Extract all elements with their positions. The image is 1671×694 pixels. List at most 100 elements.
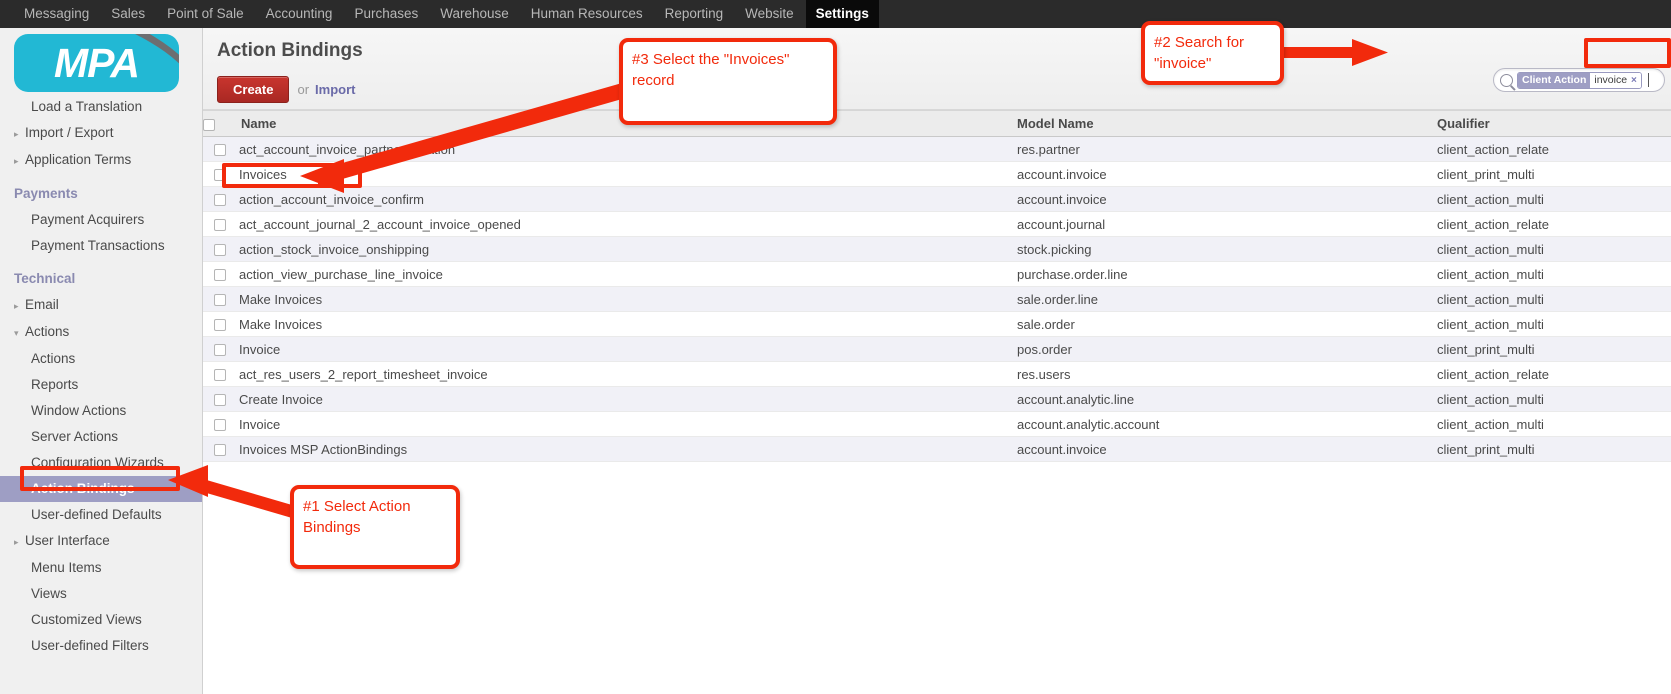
sidebar-item-server-actions[interactable]: Server Actions: [0, 424, 202, 450]
table-row[interactable]: Create Invoice account.analytic.line clien…: [203, 386, 1671, 412]
topnav-item-human-resources[interactable]: Human Resources: [521, 0, 653, 28]
cell-name: act_account_invoice_partner_relation: [237, 136, 1017, 162]
column-header-model-name-label: Model Name: [1017, 116, 1094, 131]
topnav-item-accounting[interactable]: Accounting: [256, 0, 343, 28]
sidebar-item-payment-acquirers[interactable]: Payment Acquirers: [0, 207, 202, 233]
column-header-qualifier[interactable]: Qualifier: [1437, 110, 1671, 137]
table-row[interactable]: Make Invoices sale.order.line client_actio…: [203, 286, 1671, 312]
topnav-item-settings[interactable]: Settings: [805, 0, 879, 28]
row-checkbox[interactable]: [214, 344, 226, 357]
chevron-right-icon[interactable]: ▸: [14, 296, 23, 316]
column-header-qualifier-label: Qualifier: [1437, 116, 1490, 131]
row-checkbox[interactable]: [214, 194, 226, 207]
row-checkbox[interactable]: [214, 219, 226, 232]
table-body: act_account_invoice_partner_relation res.…: [203, 136, 1671, 462]
cell-model-name: account.analytic.line: [1017, 386, 1437, 412]
table-row[interactable]: action_account_invoice_confirm account.in…: [203, 186, 1671, 212]
sidebar-item-label: User Interface: [25, 533, 110, 548]
cell-model-name: account.analytic.account: [1017, 411, 1437, 437]
annotation-step-1: #1 Select Action Bindings: [290, 485, 460, 569]
chevron-down-icon[interactable]: ▾: [14, 323, 23, 343]
row-checkbox[interactable]: [214, 169, 226, 182]
row-select-cell: [203, 386, 237, 412]
cell-model-name: res.users: [1017, 361, 1437, 387]
cell-qualifier: client_action_multi: [1437, 286, 1671, 312]
topnav-item-point-of-sale[interactable]: Point of Sale: [157, 0, 254, 28]
import-link[interactable]: Import: [315, 82, 355, 97]
sidebar-item-window-actions[interactable]: Window Actions: [0, 398, 202, 424]
sidebar-item-views[interactable]: Views: [0, 581, 202, 607]
sidebar-item-user-interface[interactable]: ▸ User Interface: [0, 528, 202, 555]
sidebar-item-user-defined-filters[interactable]: User-defined Filters: [0, 633, 202, 659]
sidebar-item-application-terms[interactable]: ▸ Application Terms: [0, 147, 202, 174]
table-row[interactable]: Invoices account.invoice client_print_mult…: [203, 161, 1671, 187]
row-checkbox[interactable]: [214, 319, 226, 332]
row-checkbox[interactable]: [214, 294, 226, 307]
sidebar-item-email[interactable]: ▸ Email: [0, 292, 202, 319]
table-row[interactable]: action_stock_invoice_onshipping stock.pic…: [203, 236, 1671, 262]
row-checkbox[interactable]: [214, 419, 226, 432]
sidebar-item-payment-transactions[interactable]: Payment Transactions: [0, 233, 202, 259]
create-button[interactable]: Create: [217, 76, 290, 103]
cell-model-name: account.invoice: [1017, 161, 1437, 187]
sidebar-item-label: Configuration Wizards: [31, 455, 164, 470]
table-row[interactable]: act_account_invoice_partner_relation res.…: [203, 136, 1671, 162]
column-header-model-name[interactable]: Model Name: [1017, 110, 1437, 137]
table-row[interactable]: Invoices MSP ActionBindings account.invoi…: [203, 436, 1671, 462]
search-facet-category: Client Action: [1518, 72, 1591, 88]
table-header-row: Name Model Name Qualifier: [203, 110, 1671, 137]
search-facet-remove-icon[interactable]: ×: [1629, 72, 1641, 88]
sidebar-item-configuration-wizards[interactable]: Configuration Wizards: [0, 450, 202, 476]
sidebar-item-customized-views[interactable]: Customized Views: [0, 607, 202, 633]
topnav-item-warehouse[interactable]: Warehouse: [430, 0, 519, 28]
sidebar-item-label: Payment Transactions: [31, 238, 165, 253]
row-checkbox[interactable]: [214, 444, 226, 457]
topnav-item-website[interactable]: Website: [735, 0, 804, 28]
row-select-cell: [203, 286, 237, 312]
chevron-right-icon[interactable]: ▸: [14, 532, 23, 552]
search-facet[interactable]: Client Action invoice ×: [1517, 71, 1642, 89]
select-all-checkbox[interactable]: [203, 118, 215, 131]
sidebar-item-menu-items[interactable]: Menu Items: [0, 555, 202, 581]
topnav-item-purchases[interactable]: Purchases: [344, 0, 428, 28]
row-checkbox[interactable]: [214, 244, 226, 257]
action-bindings-table: Name Model Name Qualifier act_account_in…: [203, 110, 1671, 462]
top-navigation-bar: Messaging Sales Point of Sale Accounting…: [0, 0, 1671, 28]
sidebar-item-label: Window Actions: [31, 403, 127, 418]
sidebar-item-user-defined-defaults[interactable]: User-defined Defaults: [0, 502, 202, 528]
row-checkbox[interactable]: [214, 394, 226, 407]
table-row[interactable]: act_res_users_2_report_timesheet_invoice…: [203, 361, 1671, 387]
cell-model-name: sale.order.line: [1017, 286, 1437, 312]
topnav-item-reporting[interactable]: Reporting: [655, 0, 734, 28]
cell-qualifier: client_action_relate: [1437, 361, 1671, 387]
control-panel: Action Bindings Create or Import: [203, 28, 1671, 110]
table-row[interactable]: act_account_journal_2_account_invoice_op…: [203, 211, 1671, 237]
table-row[interactable]: Invoice account.analytic.account client_ac…: [203, 411, 1671, 437]
cell-model-name: account.journal: [1017, 211, 1437, 237]
sidebar-item-load-a-translation[interactable]: Load a Translation: [0, 94, 202, 120]
table-row[interactable]: Invoice pos.order client_print_multi: [203, 336, 1671, 362]
chevron-right-icon[interactable]: ▸: [14, 124, 23, 144]
search-input[interactable]: Client Action invoice ×: [1493, 68, 1665, 92]
sidebar-item-actions[interactable]: ▾ Actions: [0, 319, 202, 346]
row-select-cell: [203, 211, 237, 237]
topnav-item-sales[interactable]: Sales: [101, 0, 155, 28]
row-select-cell: [203, 311, 237, 337]
row-checkbox[interactable]: [214, 269, 226, 282]
sidebar-item-label: User-defined Defaults: [31, 507, 162, 522]
cell-name: Create Invoice: [237, 386, 1017, 412]
topnav-item-messaging[interactable]: Messaging: [14, 0, 99, 28]
row-checkbox[interactable]: [214, 369, 226, 382]
sidebar-item-action-bindings[interactable]: Action Bindings: [0, 476, 202, 502]
sidebar-item-actions[interactable]: Actions: [0, 346, 202, 372]
row-select-cell: [203, 411, 237, 437]
sidebar-item-import-export[interactable]: ▸ Import / Export: [0, 120, 202, 147]
chevron-right-icon[interactable]: ▸: [14, 151, 23, 171]
sidebar-item-reports[interactable]: Reports: [0, 372, 202, 398]
table-row[interactable]: Make Invoices sale.order client_action_mul…: [203, 311, 1671, 337]
sidebar-item-label: User-defined Filters: [31, 638, 149, 653]
cell-name: act_res_users_2_report_timesheet_invoice: [237, 361, 1017, 387]
cell-model-name: account.invoice: [1017, 436, 1437, 462]
table-row[interactable]: action_view_purchase_line_invoice purchas…: [203, 261, 1671, 287]
row-checkbox[interactable]: [214, 144, 226, 157]
